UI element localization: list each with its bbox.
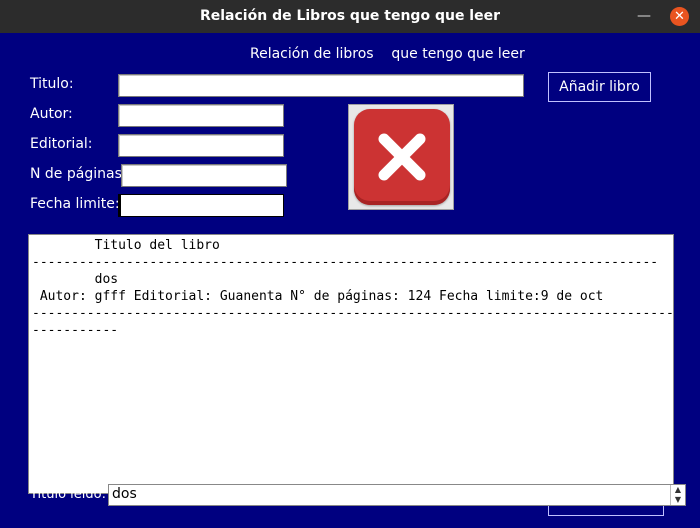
list-line: ----------------------------------------… <box>32 255 659 270</box>
combo-value: dos <box>112 486 137 502</box>
close-icon[interactable]: ✕ <box>670 7 689 26</box>
spin-arrows-icon[interactable]: ▲ ▼ <box>670 485 685 505</box>
editorial-input[interactable] <box>118 134 284 157</box>
paginas-input[interactable] <box>121 164 287 187</box>
list-line: Titulo del libro <box>32 238 220 253</box>
list-line: Autor: gfff Editorial: Guanenta N° de pá… <box>32 289 604 304</box>
window-titlebar: Relación de Libros que tengo que leer — … <box>0 0 700 33</box>
titulo-label: Titulo: <box>30 76 74 92</box>
page-heading: Relación de libros que tengo que leer <box>250 46 525 62</box>
fecha-input[interactable] <box>118 194 284 217</box>
list-line: ----------------------------------------… <box>32 306 674 321</box>
autor-label: Autor: <box>30 106 73 122</box>
titulo-leido-label: Titulo leido: <box>30 487 106 502</box>
minimize-icon[interactable]: — <box>637 9 651 23</box>
fecha-label: Fecha limite: <box>30 196 120 212</box>
titulo-input[interactable] <box>118 74 524 97</box>
autor-input[interactable] <box>118 104 284 127</box>
delete-x-icon <box>354 109 450 205</box>
book-list-text[interactable]: Titulo del libro -----------------------… <box>28 234 674 494</box>
add-book-button[interactable]: Añadir libro <box>548 72 651 102</box>
list-line: dos <box>32 272 119 287</box>
editorial-label: Editorial: <box>30 136 93 152</box>
window-title: Relación de Libros que tengo que leer <box>199 8 500 24</box>
titulo-leido-combobox[interactable]: dos ▲ ▼ <box>108 484 686 506</box>
list-line: ----------- <box>32 323 119 338</box>
paginas-label: N de páginas: <box>30 166 127 182</box>
delete-button[interactable] <box>348 104 454 210</box>
